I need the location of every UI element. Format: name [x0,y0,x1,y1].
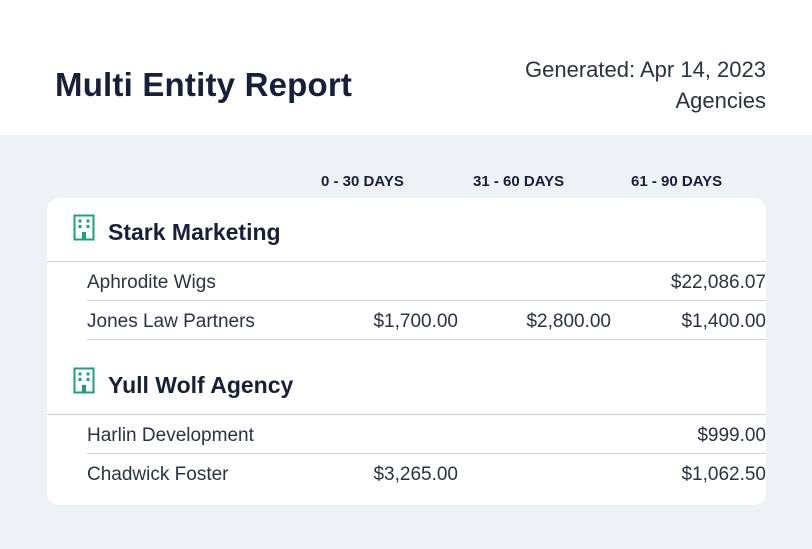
cell-0-30: $1,700.00 [373,311,458,332]
row-entity-name: Chadwick Foster [87,464,229,485]
row-entity-name: Jones Law Partners [87,311,255,332]
report-meta: Generated: Apr 14, 2023 Agencies [525,54,766,116]
generated-date: Generated: Apr 14, 2023 [525,57,766,82]
column-header-31-60: 31 - 60 DAYS [473,173,565,190]
building-icon [73,214,95,241]
cell-61-90: $1,062.50 [681,464,766,485]
row-entity-name: Harlin Development [87,425,254,446]
page-title: Multi Entity Report [55,66,353,103]
table-row[interactable]: Chadwick Foster $3,265.00 $1,062.50 [87,454,766,493]
cell-31-60: $2,800.00 [526,311,611,332]
report-scope: Agencies [675,88,766,113]
group-header-yull-wolf-agency[interactable]: Yull Wolf Agency [47,351,766,415]
column-header-61-90: 61 - 90 DAYS [631,173,723,190]
column-header-0-30: 0 - 30 DAYS [321,173,404,190]
cell-61-90: $22,086.07 [670,272,766,293]
report-card: Stark Marketing Aphrodite Wigs $22,086.0… [47,198,766,505]
table-row[interactable]: Aphrodite Wigs $22,086.07 [87,262,766,301]
group-header-stark-marketing[interactable]: Stark Marketing [47,198,766,262]
table-row[interactable]: Harlin Development $999.00 [87,415,766,454]
report-header: Multi Entity Report Generated: Apr 14, 2… [0,0,812,135]
group-name: Stark Marketing [108,219,281,245]
row-entity-name: Aphrodite Wigs [87,272,216,293]
building-icon [73,367,95,394]
cell-0-30: $3,265.00 [373,464,458,485]
table-row[interactable]: Jones Law Partners $1,700.00 $2,800.00 $… [87,301,766,340]
group-name: Yull Wolf Agency [108,372,294,398]
cell-61-90: $1,400.00 [681,311,766,332]
cell-61-90: $999.00 [697,425,766,446]
